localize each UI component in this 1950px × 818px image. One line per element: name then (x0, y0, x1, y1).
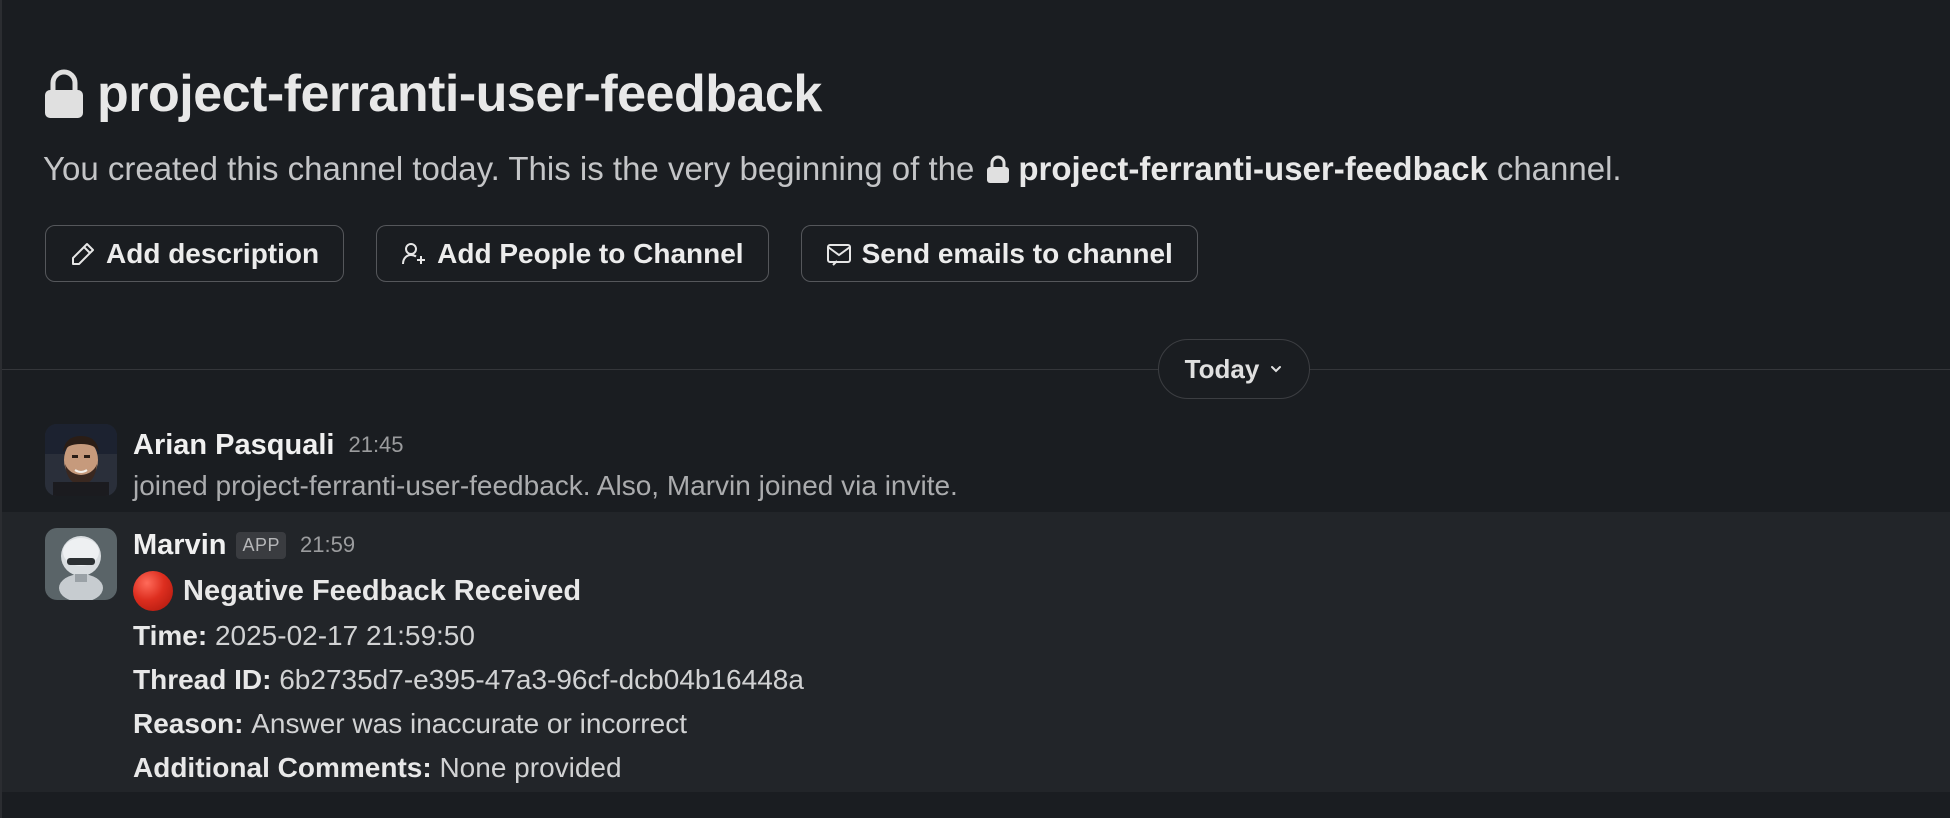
field-value: 2025-02-17 21:59:50 (214, 620, 475, 651)
add-description-button[interactable]: Add description (45, 225, 345, 282)
avatar[interactable] (45, 528, 117, 600)
lock-icon (987, 155, 1010, 183)
add-person-icon (402, 242, 426, 264)
message-timestamp[interactable]: 21:59 (300, 532, 355, 558)
pencil-icon (72, 242, 94, 265)
field-value: Answer was inaccurate or incorrect (251, 708, 687, 739)
message-header: Arian Pasquali 21:45 (133, 426, 958, 464)
date-divider-line (2, 369, 1950, 370)
chevron-down-icon (1271, 366, 1282, 373)
sender-name[interactable]: Arian Pasquali (133, 429, 334, 462)
message-timestamp[interactable]: 21:45 (348, 432, 403, 458)
message-body: Arian Pasquali 21:45 joined project-ferr… (133, 426, 958, 502)
field-label: Reason: (133, 708, 252, 739)
feedback-title: Negative Feedback Received (133, 570, 804, 612)
channel-header: project-ferranti-user-feedback You creat… (43, 58, 1622, 188)
red-circle-emoji (133, 571, 173, 611)
avatar[interactable] (45, 424, 117, 496)
bot-avatar-image (45, 528, 117, 600)
channel-title-row: project-ferranti-user-feedback (43, 58, 1622, 130)
app-badge: APP (236, 531, 287, 559)
date-label: Today (1184, 353, 1260, 384)
add-description-label: Add description (106, 237, 320, 269)
channel-actions: Add description Add People to Channel Se… (45, 225, 1198, 282)
intro-channel-name[interactable]: project-ferranti-user-feedback (1018, 150, 1487, 188)
field-value: None provided (439, 752, 622, 783)
message-text: joined project-ferranti-user-feedback. A… (133, 470, 958, 501)
lock-icon (45, 69, 83, 118)
message-item[interactable]: Arian Pasquali 21:45 joined project-ferr… (2, 416, 1950, 512)
intro-prefix: You created this channel today. This is … (43, 150, 975, 187)
send-emails-button[interactable]: Send emails to channel (800, 225, 1198, 282)
message-body: Marvin APP 21:59 Negative Feedback Recei… (133, 526, 804, 788)
field-label: Additional Comments: (133, 752, 440, 783)
feedback-title-text: Negative Feedback Received (183, 574, 582, 607)
feedback-field-time: Time: 2025-02-17 21:59:50 (133, 620, 804, 656)
sender-name[interactable]: Marvin (133, 529, 226, 562)
message-item[interactable]: Marvin APP 21:59 Negative Feedback Recei… (2, 512, 1950, 792)
channel-title: project-ferranti-user-feedback (97, 65, 822, 123)
send-emails-label: Send emails to channel (861, 237, 1173, 269)
channel-intro: You created this channel today. This is … (43, 150, 1622, 188)
email-icon (826, 243, 851, 266)
user-avatar-image (45, 424, 117, 496)
intro-suffix: channel. (1496, 150, 1622, 187)
field-value: 6b2735d7-e395-47a3-96cf-dcb04b16448a (279, 664, 804, 695)
feedback-field-comments: Additional Comments: None provided (133, 752, 804, 788)
add-people-label: Add People to Channel (437, 237, 744, 269)
field-label: Time: (133, 620, 215, 651)
channel-view: project-ferranti-user-feedback You creat… (0, 0, 1950, 818)
date-jump-button[interactable]: Today (1158, 339, 1310, 399)
message-header: Marvin APP 21:59 (133, 526, 804, 564)
add-people-button[interactable]: Add People to Channel (376, 225, 769, 282)
feedback-field-reason: Reason: Answer was inaccurate or incorre… (133, 708, 804, 744)
field-label: Thread ID: (133, 664, 280, 695)
feedback-field-thread-id: Thread ID: 6b2735d7-e395-47a3-96cf-dcb04… (133, 664, 804, 700)
